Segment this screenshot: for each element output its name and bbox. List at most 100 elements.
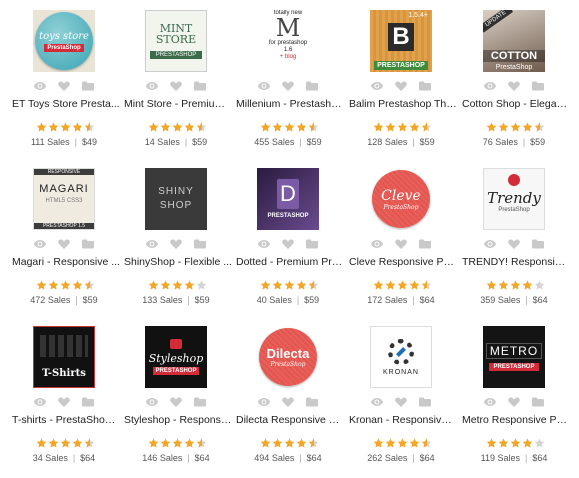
eye-icon[interactable] xyxy=(483,239,497,249)
product-title[interactable]: TRENDY! Responsive ... xyxy=(462,256,570,268)
folder-icon[interactable] xyxy=(193,239,207,249)
eye-icon[interactable] xyxy=(370,397,384,407)
price: $64 xyxy=(532,295,548,305)
rating-star xyxy=(284,438,295,449)
eye-icon[interactable] xyxy=(370,81,384,91)
rating-star xyxy=(486,280,497,291)
eye-icon[interactable] xyxy=(257,239,271,249)
eye-icon[interactable] xyxy=(33,81,47,91)
thumb-sub: PRESTASHOP xyxy=(152,367,200,375)
folder-icon[interactable] xyxy=(531,81,545,91)
price: $64 xyxy=(194,453,210,463)
eye-icon[interactable] xyxy=(370,239,384,249)
folder-icon[interactable] xyxy=(531,397,545,407)
product-thumbnail[interactable]: T-Shirts xyxy=(33,326,95,388)
product-thumbnail[interactable]: Cleve PrestaShop xyxy=(370,168,432,230)
product-card: D PRESTASHOP Dotted - Premium Pre... 40 … xyxy=(232,158,344,308)
folder-icon[interactable] xyxy=(305,397,319,407)
product-thumbnail[interactable]: UPDATE COTTON PrestaShop xyxy=(483,10,545,72)
product-thumbnail[interactable]: METRO PRESTASHOP xyxy=(483,326,545,388)
folder-icon[interactable] xyxy=(531,239,545,249)
heart-icon[interactable] xyxy=(507,81,521,91)
product-title[interactable]: Balim Prestashop The... xyxy=(349,98,457,110)
thumb-sub: PrestaShop xyxy=(498,207,530,213)
rating-star xyxy=(84,438,95,449)
product-title[interactable]: Magari - Responsive ... xyxy=(12,256,120,268)
product-title[interactable]: Millenium - Prestasho... xyxy=(236,98,344,110)
heart-icon[interactable] xyxy=(507,397,521,407)
heart-icon[interactable] xyxy=(57,81,71,91)
product-thumbnail[interactable]: D PRESTASHOP xyxy=(257,168,319,230)
heart-icon[interactable] xyxy=(281,397,295,407)
product-thumbnail[interactable]: Styleshop PRESTASHOP xyxy=(145,326,207,388)
product-title[interactable]: ShinyShop - Flexible ... xyxy=(124,256,232,268)
eye-icon[interactable] xyxy=(145,397,159,407)
folder-icon[interactable] xyxy=(305,239,319,249)
folder-icon[interactable] xyxy=(305,81,319,91)
folder-icon[interactable] xyxy=(418,239,432,249)
product-title[interactable]: Mint Store - Premium ... xyxy=(124,98,232,110)
thumb-label: COTTON xyxy=(483,50,545,62)
product-grid: toys store PrestaShop ET Toys Store Pres… xyxy=(0,0,579,478)
rating-star xyxy=(160,280,171,291)
product-thumbnail[interactable]: SHINY SHOP xyxy=(145,168,207,230)
product-thumbnail[interactable]: Dilecta PrestaShop xyxy=(257,326,319,388)
product-thumbnail[interactable]: 1.5.4+ B PRESTASHOP xyxy=(370,10,432,72)
heart-icon[interactable] xyxy=(281,239,295,249)
separator: | xyxy=(412,453,415,463)
heart-icon[interactable] xyxy=(281,81,295,91)
eye-icon[interactable] xyxy=(145,239,159,249)
product-title[interactable]: Dotted - Premium Pre... xyxy=(236,256,344,268)
heart-icon[interactable] xyxy=(169,397,183,407)
eye-icon[interactable] xyxy=(483,397,497,407)
product-title[interactable]: Dilecta Responsive Pr... xyxy=(236,414,344,426)
heart-icon[interactable] xyxy=(169,239,183,249)
sales-count: 40 Sales xyxy=(256,295,292,305)
separator: | xyxy=(187,453,190,463)
product-title[interactable]: Kronan - Responsive ... xyxy=(349,414,457,426)
product-thumbnail[interactable]: RESPONSIVE MAGARI HTML5 CSS3 PRESTASHOP … xyxy=(33,168,95,230)
product-thumbnail[interactable]: Trendy PrestaShop xyxy=(483,168,545,230)
product-actions xyxy=(257,396,319,408)
thumb-label: KRONAN xyxy=(383,368,419,376)
product-card: totally new M for prestashop 1.6 + blog … xyxy=(232,0,344,150)
eye-icon[interactable] xyxy=(33,239,47,249)
folder-icon[interactable] xyxy=(81,81,95,91)
rating-star xyxy=(510,438,521,449)
product-title[interactable]: Metro Responsive Pre... xyxy=(462,414,570,426)
product-thumbnail[interactable]: toys store PrestaShop xyxy=(33,10,95,72)
product-thumbnail[interactable]: totally new M for prestashop 1.6 + blog xyxy=(257,10,319,72)
eye-icon[interactable] xyxy=(257,397,271,407)
folder-icon[interactable] xyxy=(193,397,207,407)
folder-icon[interactable] xyxy=(81,239,95,249)
product-title[interactable]: Cleve Responsive Pre... xyxy=(349,256,457,268)
heart-icon[interactable] xyxy=(57,397,71,407)
heart-icon[interactable] xyxy=(394,397,408,407)
heart-icon[interactable] xyxy=(507,239,521,249)
heart-icon[interactable] xyxy=(394,81,408,91)
product-meta: 111 Sales | $49 xyxy=(8,137,120,147)
thumb-sub: PRESTASHOP xyxy=(489,363,539,371)
rating-stars xyxy=(36,280,95,292)
sales-count: 111 Sales xyxy=(30,137,70,147)
folder-icon[interactable] xyxy=(81,397,95,407)
thumb-sub: PrestaShop xyxy=(270,361,306,368)
eye-icon[interactable] xyxy=(33,397,47,407)
product-title[interactable]: T-shirts - PrestaShop ... xyxy=(12,414,120,426)
product-title[interactable]: Styleshop - Responsiv... xyxy=(124,414,232,426)
heart-icon[interactable] xyxy=(394,239,408,249)
eye-icon[interactable] xyxy=(145,81,159,91)
heart-icon[interactable] xyxy=(169,81,183,91)
eye-icon[interactable] xyxy=(483,81,497,91)
rating-star xyxy=(308,280,319,291)
product-thumbnail[interactable]: MINT STORE PRESTASHOP xyxy=(145,10,207,72)
folder-icon[interactable] xyxy=(418,81,432,91)
product-title[interactable]: Cotton Shop - Elegant ... xyxy=(462,98,570,110)
product-title[interactable]: ET Toys Store Presta... xyxy=(12,98,120,110)
product-thumbnail[interactable]: KRONAN xyxy=(370,326,432,388)
eye-icon[interactable] xyxy=(257,81,271,91)
heart-icon[interactable] xyxy=(57,239,71,249)
folder-icon[interactable] xyxy=(418,397,432,407)
rating-star xyxy=(284,280,295,291)
folder-icon[interactable] xyxy=(193,81,207,91)
